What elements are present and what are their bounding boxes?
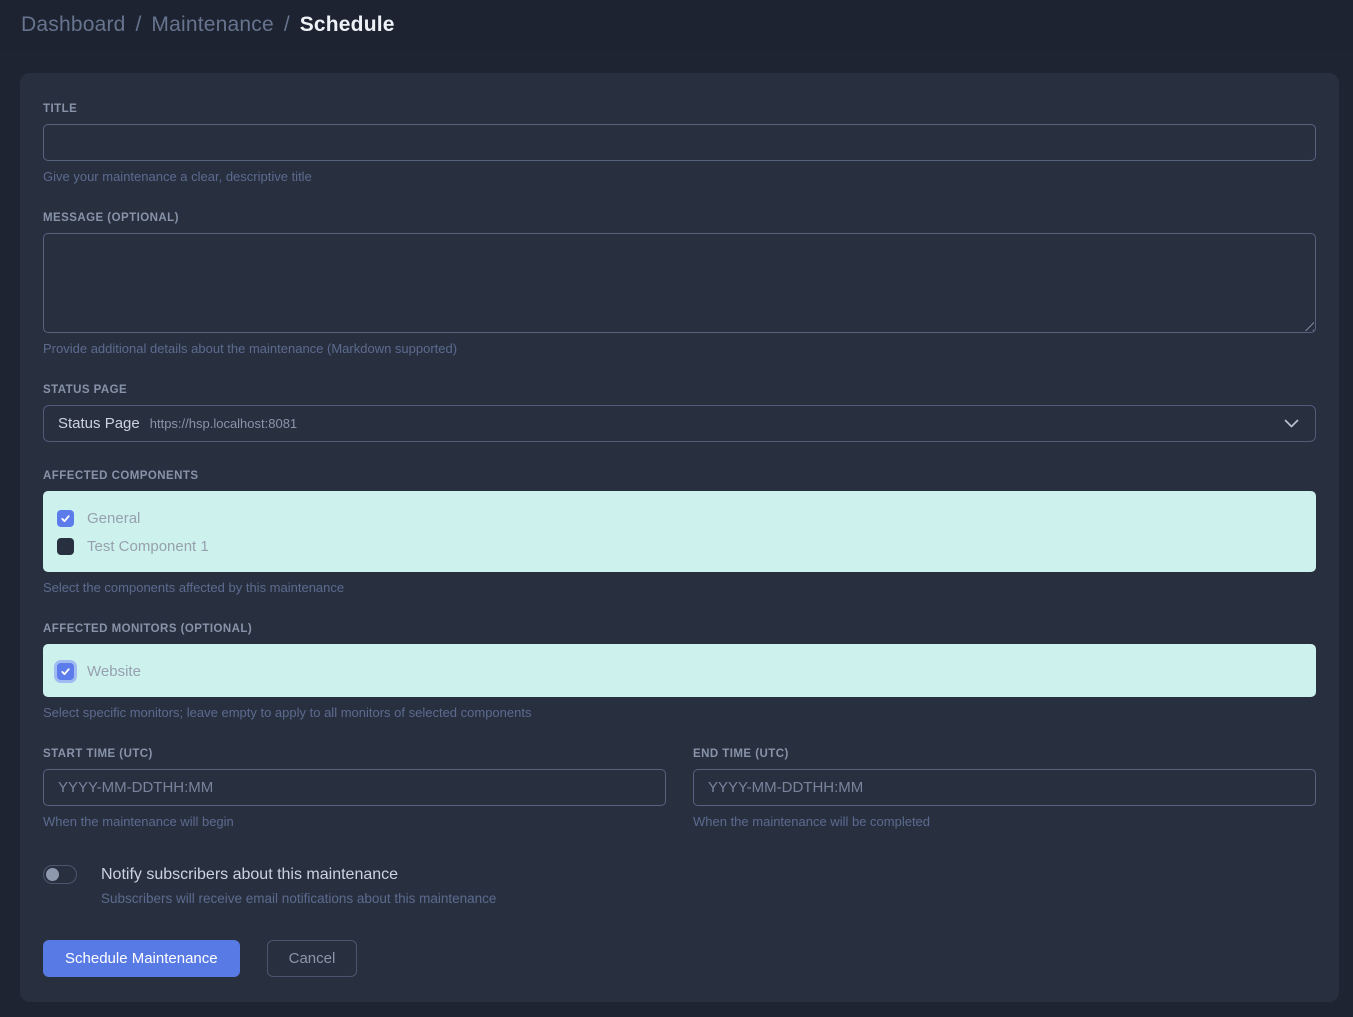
end-time-label: END TIME (UTC) bbox=[693, 748, 1316, 760]
schedule-maintenance-form-card: TITLE Give your maintenance a clear, des… bbox=[20, 73, 1339, 1002]
notify-subscribers-label: Notify subscribers about this maintenanc… bbox=[101, 866, 398, 884]
message-label: MESSAGE (OPTIONAL) bbox=[43, 212, 1316, 224]
checkmark-icon bbox=[60, 513, 71, 524]
affected-components-field-group: AFFECTED COMPONENTS General Test Compone… bbox=[43, 470, 1316, 595]
end-time-field-group: END TIME (UTC) When the maintenance will… bbox=[693, 748, 1316, 829]
message-helper-text: Provide additional details about the mai… bbox=[43, 341, 1316, 356]
checkmark-icon bbox=[60, 666, 71, 677]
form-actions: Schedule Maintenance Cancel bbox=[43, 940, 1316, 977]
affected-monitors-field-group: AFFECTED MONITORS (OPTIONAL) Website Sel… bbox=[43, 623, 1316, 720]
affected-components-label: AFFECTED COMPONENTS bbox=[43, 470, 1316, 482]
component-option-label: Test Component 1 bbox=[87, 538, 209, 555]
chevron-down-icon bbox=[1284, 419, 1299, 428]
notify-subscribers-toggle[interactable] bbox=[43, 865, 77, 884]
breadcrumb-item-dashboard[interactable]: Dashboard bbox=[21, 13, 126, 37]
title-input[interactable] bbox=[43, 124, 1316, 161]
breadcrumb-current-schedule: Schedule bbox=[300, 13, 395, 37]
affected-monitors-label: AFFECTED MONITORS (OPTIONAL) bbox=[43, 623, 1316, 635]
status-page-selected-url: https://hsp.localhost:8081 bbox=[150, 416, 297, 431]
component-option-label: General bbox=[87, 510, 140, 527]
checkbox-test-component-1[interactable] bbox=[57, 538, 74, 555]
affected-monitors-box: Website bbox=[43, 644, 1316, 697]
monitor-option-label: Website bbox=[87, 663, 141, 680]
top-navigation-bar: Dashboard / Maintenance / Schedule bbox=[0, 0, 1353, 50]
notify-subscribers-group: Notify subscribers about this maintenanc… bbox=[43, 865, 1316, 906]
status-page-field-group: STATUS PAGE Status Page https://hsp.loca… bbox=[43, 384, 1316, 442]
schedule-maintenance-button[interactable]: Schedule Maintenance bbox=[43, 940, 240, 977]
breadcrumb-separator: / bbox=[136, 13, 142, 37]
monitor-option-website[interactable]: Website bbox=[57, 659, 1298, 684]
title-helper-text: Give your maintenance a clear, descripti… bbox=[43, 169, 1316, 184]
checkbox-website[interactable] bbox=[57, 663, 74, 680]
start-time-label: START TIME (UTC) bbox=[43, 748, 666, 760]
status-page-select[interactable]: Status Page https://hsp.localhost:8081 bbox=[43, 405, 1316, 442]
notify-subscribers-helper-text: Subscribers will receive email notificat… bbox=[101, 891, 1316, 906]
component-option-test-component-1[interactable]: Test Component 1 bbox=[57, 534, 1298, 559]
status-page-label: STATUS PAGE bbox=[43, 384, 1316, 396]
affected-components-box: General Test Component 1 bbox=[43, 491, 1316, 572]
breadcrumb-item-maintenance[interactable]: Maintenance bbox=[151, 13, 273, 37]
title-label: TITLE bbox=[43, 103, 1316, 115]
end-time-helper-text: When the maintenance will be completed bbox=[693, 814, 1316, 829]
breadcrumb: Dashboard / Maintenance / Schedule bbox=[21, 13, 395, 37]
toggle-knob bbox=[46, 868, 59, 881]
title-field-group: TITLE Give your maintenance a clear, des… bbox=[43, 103, 1316, 184]
affected-components-helper-text: Select the components affected by this m… bbox=[43, 580, 1316, 595]
message-textarea[interactable] bbox=[43, 233, 1316, 333]
cancel-button[interactable]: Cancel bbox=[267, 940, 358, 977]
breadcrumb-separator: / bbox=[284, 13, 290, 37]
start-time-helper-text: When the maintenance will begin bbox=[43, 814, 666, 829]
message-field-group: MESSAGE (OPTIONAL) Provide additional de… bbox=[43, 212, 1316, 356]
affected-monitors-helper-text: Select specific monitors; leave empty to… bbox=[43, 705, 1316, 720]
time-fields-row: START TIME (UTC) When the maintenance wi… bbox=[43, 748, 1316, 829]
start-time-field-group: START TIME (UTC) When the maintenance wi… bbox=[43, 748, 666, 829]
checkbox-general[interactable] bbox=[57, 510, 74, 527]
end-time-input[interactable] bbox=[693, 769, 1316, 806]
status-page-selected-name: Status Page bbox=[58, 415, 140, 432]
component-option-general[interactable]: General bbox=[57, 506, 1298, 531]
start-time-input[interactable] bbox=[43, 769, 666, 806]
